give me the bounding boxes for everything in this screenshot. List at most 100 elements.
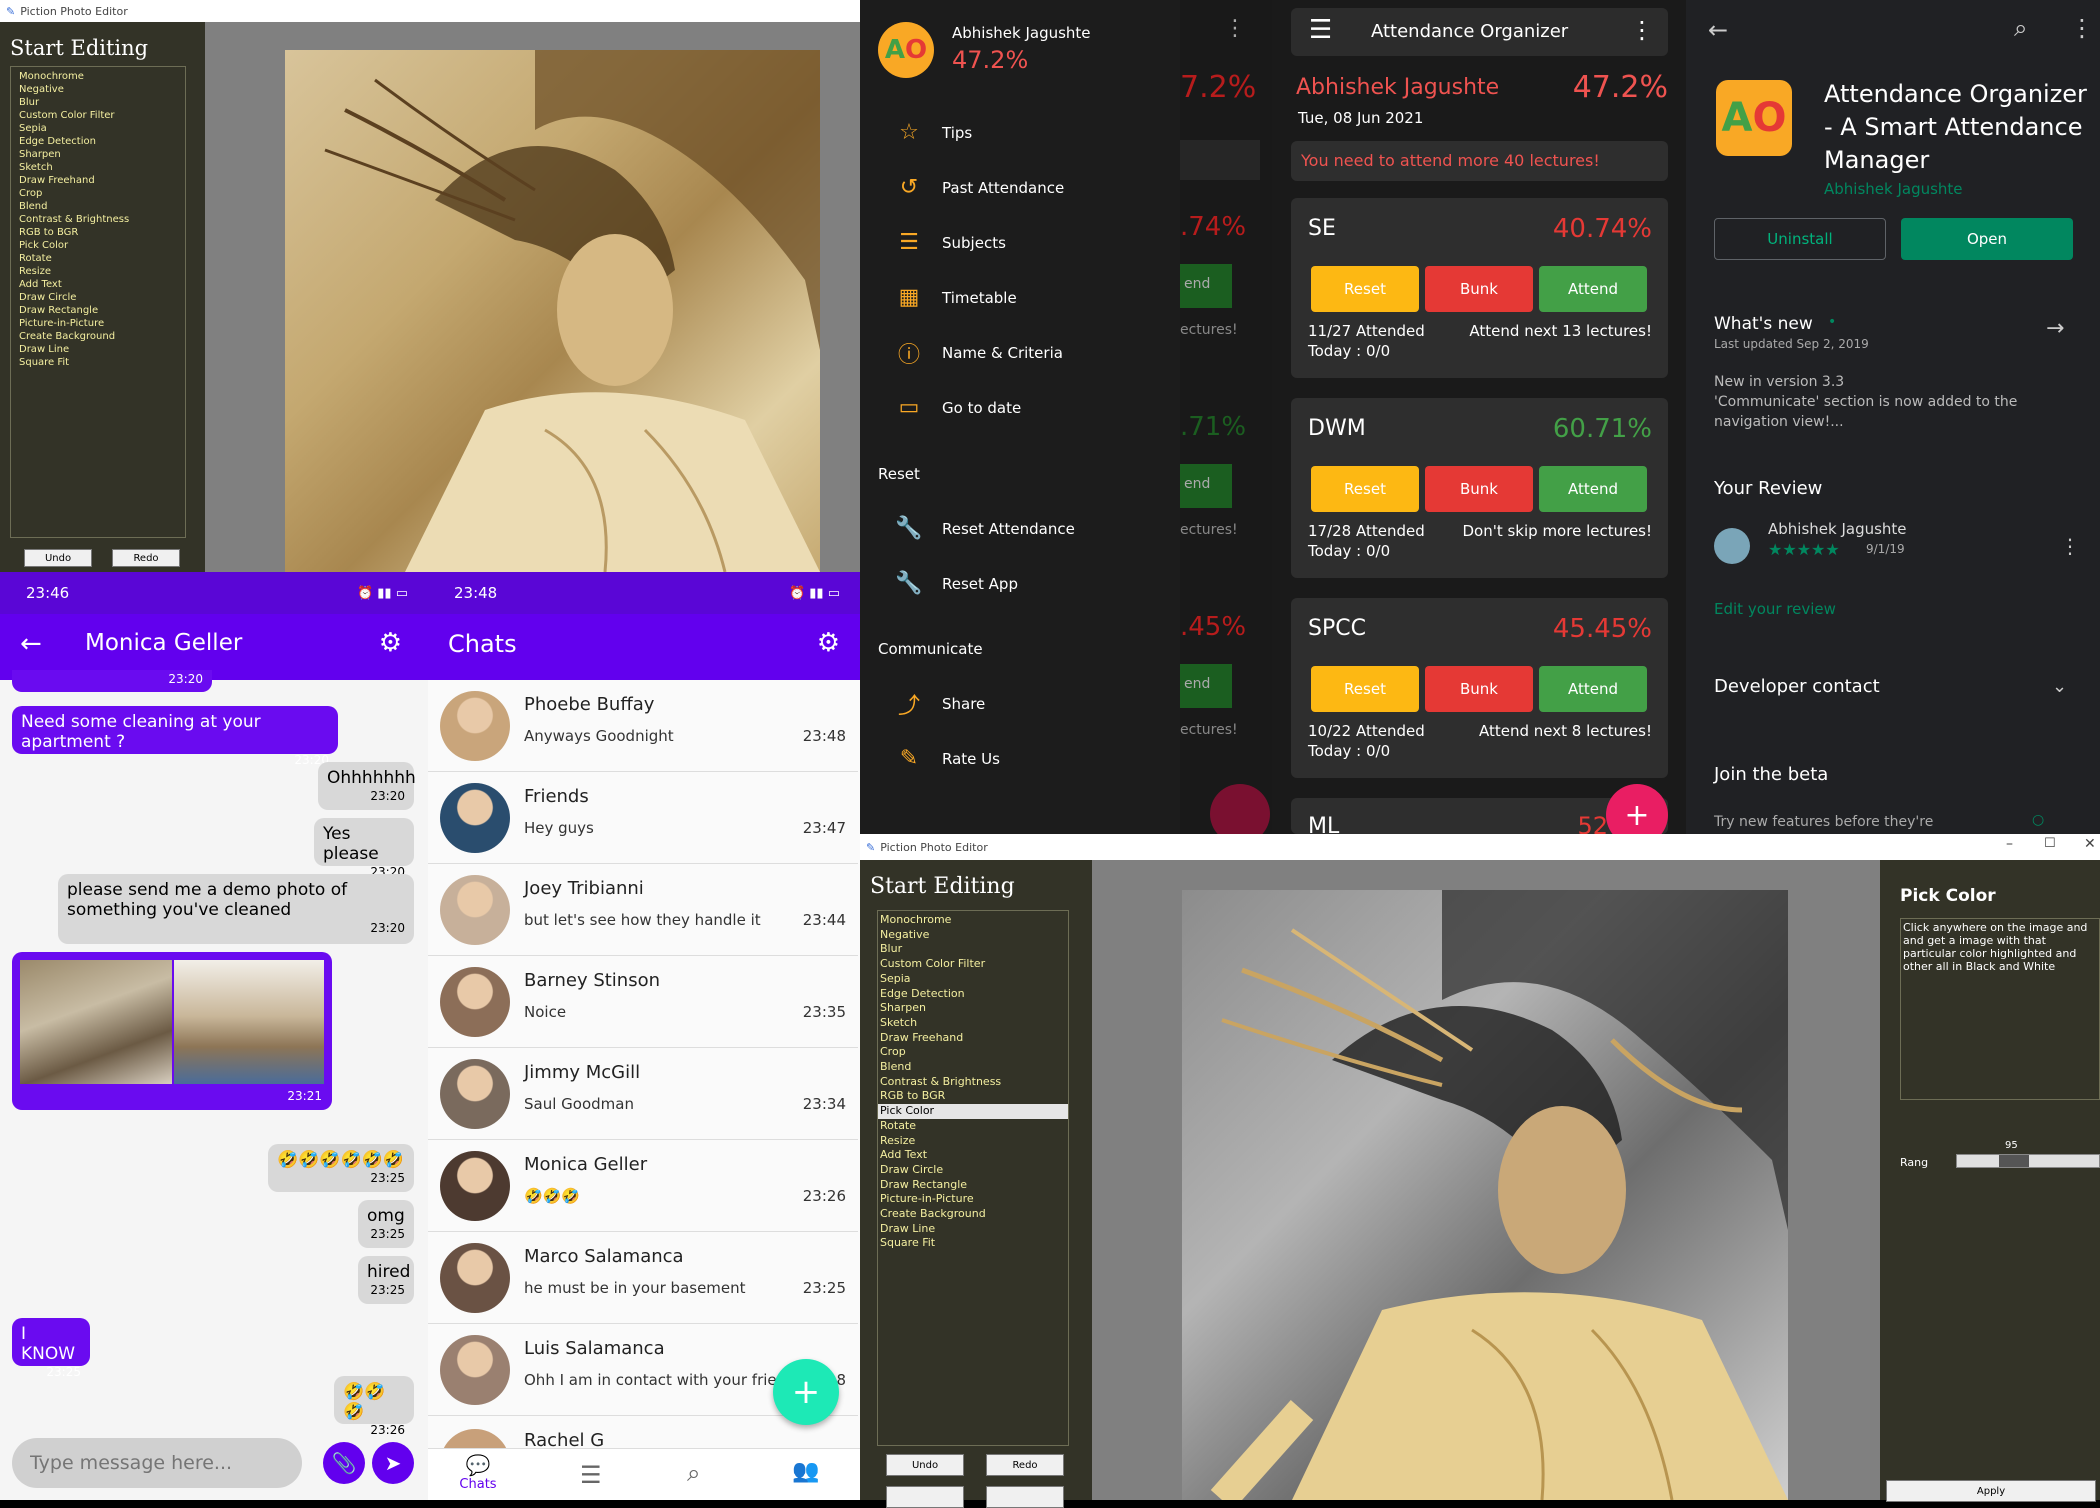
message-bubble[interactable]: please send me a demo photo of something… [58,874,414,944]
feature-item[interactable]: Sharpen [878,1001,1068,1016]
feature-item[interactable]: Resize [19,265,185,278]
apply-button[interactable]: Apply [1886,1480,2096,1502]
feature-item[interactable]: Blend [878,1060,1068,1075]
attend-button[interactable]: Attend [1539,266,1647,312]
edit-review-link[interactable]: Edit your review [1714,600,1836,618]
message-bubble[interactable]: I KNOW 23:25 [12,1318,90,1379]
search-icon[interactable]: ⌕ [2014,14,2027,42]
list-item[interactable]: Marco Salamanca he must be in your baseme… [428,1232,858,1324]
chevron-down-icon[interactable]: ⌄ [2052,676,2067,697]
kebab-icon[interactable]: ⋮ [1630,16,1654,44]
close-button[interactable]: ✕ [2084,836,2096,852]
message-bubble[interactable]: Yes please 23:20 [314,818,414,879]
feature-item[interactable]: Draw Line [19,343,185,356]
feature-item[interactable]: Square Fit [878,1236,1068,1251]
extra-button[interactable] [886,1486,964,1508]
feature-item[interactable]: Edge Detection [19,135,185,148]
nav-search-icon[interactable]: ⌕ [687,1459,700,1487]
drawer-item[interactable]: ▭ Go to date [878,380,1178,435]
feature-item[interactable]: Blur [878,942,1068,957]
feature-item[interactable]: Sketch [19,161,185,174]
developer-link[interactable]: Abhishek Jagushte [1824,180,1963,198]
feature-item[interactable]: Add Text [878,1148,1068,1163]
list-item[interactable]: Phoebe Buffay Anyways Goodnight 23:48 [428,680,858,772]
bunk-button[interactable]: Bunk [1425,266,1533,312]
feature-item[interactable]: Draw Freehand [19,174,185,187]
feature-item[interactable]: Draw Circle [878,1163,1068,1178]
feature-item[interactable]: Create Background [19,330,185,343]
feature-item[interactable]: Picture-in-Picture [878,1192,1068,1207]
feature-item[interactable]: Custom Color Filter [19,109,185,122]
nav-people-icon[interactable]: 👥 [792,1459,819,1484]
drawer-item[interactable]: ▦ Timetable [878,270,1178,325]
feature-item[interactable]: Contrast & Brightness [19,213,185,226]
nav-chats[interactable]: 💬 Chats [448,1453,508,1492]
feature-item[interactable]: Crop [19,187,185,200]
feature-item[interactable]: Negative [19,83,185,96]
uninstall-button[interactable]: Uninstall [1714,218,1886,260]
feature-item[interactable]: Sepia [878,972,1068,987]
minimize-button[interactable]: – [2006,836,2013,852]
message-bubble[interactable]: hired 23:25 [358,1256,414,1304]
pe-top-feature-list[interactable]: Monochrome Negative Blur Custom Color Filte… [10,66,186,538]
feature-item[interactable]: Sharpen [19,148,185,161]
undo-button[interactable]: Undo [886,1454,964,1476]
drawer-item[interactable]: ⓘ Name & Criteria [878,325,1178,380]
feature-item[interactable]: Negative [878,928,1068,943]
feature-item[interactable]: Square Fit [19,356,185,369]
drawer-item[interactable]: ☆ Tips [878,105,1178,160]
kebab-icon[interactable]: ⋮ [2060,534,2080,558]
drawer-item[interactable]: ⤴ Share [878,676,1178,731]
message-bubble[interactable]: 🤣🤣🤣🤣🤣🤣 23:25 [268,1144,414,1192]
maximize-button[interactable]: ☐ [2044,836,2056,851]
message-bubble[interactable]: 23:20 [12,670,212,692]
feature-item[interactable]: Draw Freehand [878,1031,1068,1046]
feature-item[interactable]: RGB to BGR [878,1089,1068,1104]
feature-item[interactable]: Draw Rectangle [19,304,185,317]
feature-item[interactable]: Crop [878,1045,1068,1060]
bunk-button[interactable]: Bunk [1425,466,1533,512]
feature-item[interactable]: Contrast & Brightness [878,1075,1068,1090]
feature-item[interactable]: Custom Color Filter [878,957,1068,972]
message-bubble[interactable]: 🤣🤣🤣 23:26 [334,1376,414,1437]
reset-button[interactable]: Reset [1311,666,1419,712]
list-item[interactable]: Friends Hey guys 23:47 [428,772,858,864]
feature-item[interactable]: Pick Color [19,239,185,252]
message-input[interactable] [12,1438,302,1488]
feature-item[interactable]: Draw Circle [19,291,185,304]
reset-button[interactable]: Reset [1311,266,1419,312]
attach-button[interactable]: 📎 [323,1442,365,1484]
feature-item[interactable]: Monochrome [878,913,1068,928]
feature-item[interactable]: RGB to BGR [19,226,185,239]
feature-item[interactable]: Sketch [878,1016,1068,1031]
redo-button[interactable]: Redo [112,549,180,567]
hamburger-icon[interactable]: ☰ [1309,15,1332,45]
attend-button[interactable]: Attend [1539,666,1647,712]
feature-item[interactable]: Sepia [19,122,185,135]
drawer-item[interactable]: ☰ Subjects [878,215,1178,270]
redo-button[interactable]: Redo [986,1454,1064,1476]
drawer-item[interactable]: 🔧 Reset Attendance [878,501,1178,556]
developer-contact[interactable]: Developer contact [1714,676,1880,697]
drawer-item[interactable]: 🔧 Reset App [878,556,1178,611]
drawer-item[interactable]: ✎ Rate Us [878,731,1178,786]
feature-item[interactable]: Create Background [878,1207,1068,1222]
list-item[interactable]: Jimmy McGill Saul Goodman 23:34 [428,1048,858,1140]
feature-item[interactable]: Resize [878,1134,1068,1149]
gear-icon[interactable]: ⚙ [379,628,402,658]
message-bubble[interactable]: Need some cleaning at your apartment ? 2… [12,706,338,767]
feature-item[interactable]: Rotate [878,1119,1068,1134]
drawer-item[interactable]: ↺ Past Attendance [878,160,1178,215]
slider-thumb[interactable] [1999,1155,2029,1167]
nav-feed-icon[interactable]: ☰ [580,1461,602,1489]
kebab-icon[interactable]: ⋮ [2070,14,2094,42]
reset-button[interactable]: Reset [1311,466,1419,512]
pe-bottom-feature-list[interactable]: Monochrome Negative Blur Custom Color Filte… [877,910,1069,1446]
feature-item[interactable]: Draw Line [878,1222,1068,1237]
list-item[interactable]: Joey Tribianni but let's see how they han… [428,864,858,956]
message-bubble[interactable]: Ohhhhhhh 23:20 [318,762,416,810]
feature-item[interactable]: Blend [19,200,185,213]
range-slider[interactable] [1956,1154,2100,1168]
attend-button[interactable]: Attend [1539,466,1647,512]
feature-item[interactable]: Add Text [19,278,185,291]
